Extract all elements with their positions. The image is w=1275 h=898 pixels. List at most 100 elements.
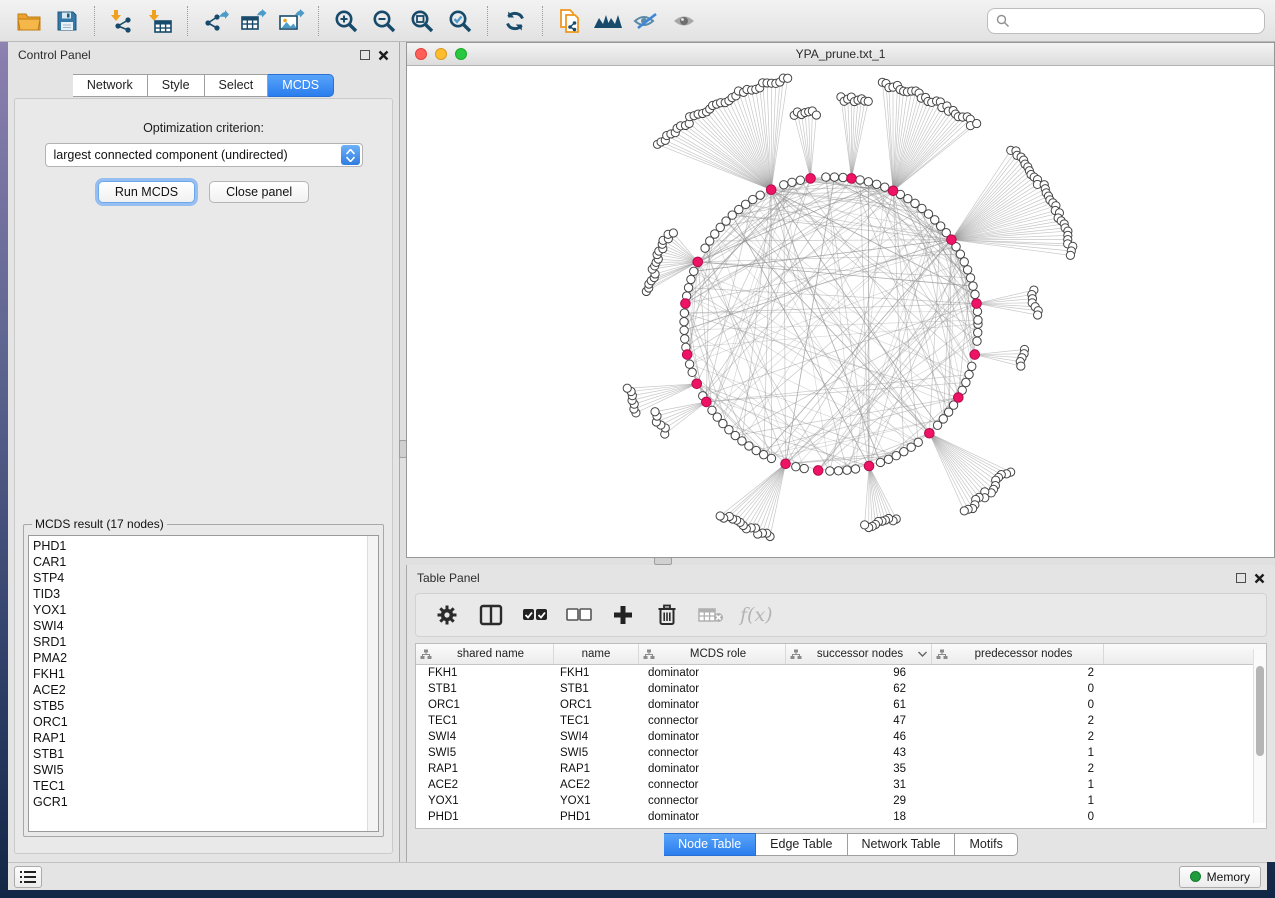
mcds-result-item[interactable]: STB5 [33,698,378,714]
float-panel-icon[interactable] [360,50,370,60]
table-row[interactable]: SWI5 SWI5 connector 43 1 [416,745,1266,761]
control-panel-tab[interactable]: Style [148,74,205,97]
export-network-button[interactable] [196,4,234,38]
mcds-result-item[interactable]: PHD1 [33,538,378,554]
column-header-predecessor-nodes[interactable]: predecessor nodes [932,644,1104,664]
run-mcds-button[interactable]: Run MCDS [98,181,195,203]
column-header-mcds-role[interactable]: MCDS role [639,644,786,664]
horizontal-splitter[interactable] [406,558,1275,565]
add-column-button[interactable] [606,598,640,632]
column-header-successor-nodes[interactable]: successor nodes [786,644,932,664]
mcds-result-item[interactable]: STB1 [33,746,378,762]
float-panel-icon[interactable] [1236,573,1246,583]
toggle-column-button[interactable] [474,598,508,632]
search-box[interactable] [987,8,1265,34]
table-scrollbar-thumb[interactable] [1256,666,1264,756]
save-button[interactable] [48,4,86,38]
zoom-selected-button[interactable] [441,4,479,38]
table-tab[interactable]: Motifs [955,833,1017,856]
column-header-name[interactable]: name [554,644,639,664]
table-row[interactable]: FKH1 FKH1 dominator 96 2 [416,665,1266,681]
mcds-list-scrollbar[interactable] [367,536,378,831]
open-folder-button[interactable] [10,4,48,38]
save-icon [56,10,78,32]
mcds-result-item[interactable]: PMA2 [33,650,378,666]
table-row[interactable]: PHD1 PHD1 dominator 18 0 [416,809,1266,825]
mcds-result-item[interactable]: SRD1 [33,634,378,650]
task-history-button[interactable] [14,866,42,888]
function-builder-button: f(x) [740,604,773,626]
list-icon [20,871,36,883]
close-panel-icon[interactable] [1254,573,1265,584]
import-table-button[interactable] [141,4,179,38]
mcds-result-item[interactable]: ORC1 [33,714,378,730]
table-row[interactable]: ORC1 ORC1 dominator 61 0 [416,697,1266,713]
close-panel-icon[interactable] [378,50,389,61]
deselect-all-button[interactable] [562,598,596,632]
table-tab[interactable]: Edge Table [756,833,847,856]
close-panel-button[interactable]: Close panel [209,181,309,203]
memory-button[interactable]: Memory [1179,866,1261,888]
table-panel-title: Table Panel [417,571,480,585]
mcds-result-item[interactable]: STP4 [33,570,378,586]
mcds-result-item[interactable]: RAP1 [33,730,378,746]
mcds-result-item[interactable]: SWI5 [33,762,378,778]
first-neighbors-button[interactable] [589,4,627,38]
mcds-result-item[interactable]: ACE2 [33,682,378,698]
table-tab[interactable]: Node Table [664,833,756,856]
column-header-shared-name[interactable]: shared name [416,644,554,664]
zoom-fit-button[interactable] [403,4,441,38]
export-table-icon [240,9,267,33]
delete-column-button[interactable] [650,598,684,632]
import-network-button[interactable] [103,4,141,38]
search-input[interactable] [1016,14,1256,28]
table-row[interactable]: YOX1 YOX1 connector 29 1 [416,793,1266,809]
horizontal-splitter-handle[interactable] [654,557,672,565]
checked-boxes-icon [522,608,548,622]
network-file-button[interactable] [551,4,589,38]
table-tabs: Node TableEdge TableNetwork TableMotifs [407,833,1275,856]
table-row[interactable]: RAP1 RAP1 dominator 35 2 [416,761,1266,777]
network-graph [407,66,1274,557]
open-folder-icon [16,10,42,32]
control-panel: Control Panel NetworkStyleSelectMCDS Opt… [8,42,400,862]
table-row[interactable]: SWI4 SWI4 dominator 46 2 [416,729,1266,745]
zoom-selected-icon [447,8,473,34]
settings-gear-button[interactable] [430,598,464,632]
show-all-button[interactable] [665,4,703,38]
export-table-button[interactable] [234,4,272,38]
mcds-result-item[interactable]: SWI4 [33,618,378,634]
table-scrollbar[interactable] [1253,649,1266,823]
mcds-result-item[interactable]: TEC1 [33,778,378,794]
control-panel-title: Control Panel [18,48,91,62]
criterion-dropdown[interactable]: largest connected component (undirected) [45,143,363,167]
control-panel-tab[interactable]: MCDS [268,74,334,97]
table-row[interactable]: ACE2 ACE2 connector 31 1 [416,777,1266,793]
node-table: shared name name MCDS role successor nod… [415,643,1267,829]
table-row[interactable]: TEC1 TEC1 connector 47 2 [416,713,1266,729]
memory-status-icon [1190,871,1201,882]
tree-icon [643,649,655,660]
export-image-button[interactable] [272,4,310,38]
hide-selected-button[interactable] [627,4,665,38]
table-row[interactable]: STB1 STB1 dominator 62 0 [416,681,1266,697]
select-all-button[interactable] [518,598,552,632]
network-view-titlebar[interactable]: YPA_prune.txt_1 [407,43,1274,66]
mcds-result-item[interactable]: FKH1 [33,666,378,682]
search-icon [996,14,1010,28]
mcds-result-item[interactable]: CAR1 [33,554,378,570]
plus-icon [613,605,633,625]
mcds-result-item[interactable]: GCR1 [33,794,378,810]
import-network-icon [109,9,135,33]
refresh-button[interactable] [496,4,534,38]
hide-selected-icon [632,10,660,32]
network-canvas[interactable] [407,66,1274,557]
control-panel-tab[interactable]: Network [73,74,148,97]
toolbar-separator [318,6,319,36]
zoom-in-button[interactable] [327,4,365,38]
mcds-result-item[interactable]: YOX1 [33,602,378,618]
table-tab[interactable]: Network Table [848,833,956,856]
zoom-out-button[interactable] [365,4,403,38]
mcds-result-item[interactable]: TID3 [33,586,378,602]
control-panel-tab[interactable]: Select [205,74,269,97]
